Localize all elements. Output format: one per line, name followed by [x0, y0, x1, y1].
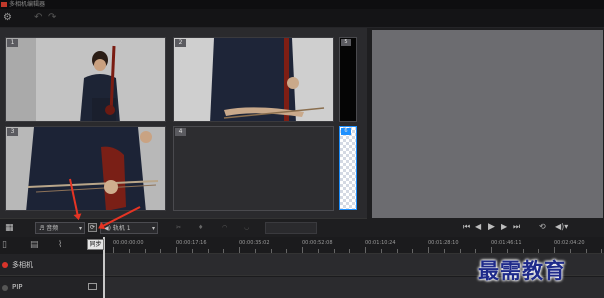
- ruler-timecode: 00:00:52:08: [302, 240, 333, 246]
- ruler-tick: [223, 249, 225, 253]
- preview-panel: ⏮ ◀ ▶ ▶ ⏭ ⟲ ◀)▾: [367, 28, 604, 237]
- track-label-pip: PIP: [12, 283, 23, 291]
- loop-icon[interactable]: ⟲: [539, 222, 546, 232]
- ruler-timecode: 00:01:46:11: [491, 240, 522, 246]
- ruler-tick: [396, 249, 398, 253]
- ruler-tick: [128, 249, 130, 253]
- ruler-tick: [176, 247, 177, 253]
- record-dot-icon: [2, 262, 8, 268]
- ruler-tick: [286, 249, 288, 253]
- ruler-tick: [191, 249, 193, 253]
- ruler-tick: [113, 247, 114, 253]
- ruler-tick: [538, 249, 540, 253]
- ruler-tick: [428, 247, 429, 253]
- camera-6-number: 6: [341, 128, 351, 135]
- settings-icon[interactable]: ⚙: [3, 12, 12, 24]
- camera-2-number: 2: [175, 39, 186, 47]
- go-to-end-icon[interactable]: ⏭: [513, 222, 520, 232]
- ruler-tick: [475, 249, 477, 253]
- camera-view-1[interactable]: 1: [5, 37, 166, 122]
- ruler-tick: [302, 247, 303, 253]
- transition-icon[interactable]: ◠: [222, 222, 227, 234]
- ruler-timecode: 00:01:28:10: [428, 240, 459, 246]
- ruler-timecode: 00:00:35:02: [239, 240, 270, 246]
- pip-icon[interactable]: [88, 283, 97, 290]
- redo-icon[interactable]: ↷: [48, 12, 56, 24]
- ruler-tick: [601, 249, 603, 253]
- camera-5-number: 5: [341, 39, 351, 46]
- camera-slot-5[interactable]: 5: [339, 37, 357, 122]
- camera-slot-6[interactable]: 6: [339, 126, 357, 210]
- ruler-tick: [412, 249, 414, 253]
- split-icon[interactable]: ✂: [176, 222, 181, 234]
- marker-icon[interactable]: ♦: [198, 222, 203, 234]
- multicam-editor-window: 多相机编辑器 ⚙ ↶ ↷ 1 2 3 4 5 6 ▦ ♬ 音频 ▾ ⟳ ◀) 轨…: [0, 0, 604, 298]
- camera-view-4[interactable]: 4: [173, 126, 334, 211]
- watermark: 最需教育: [478, 258, 566, 283]
- camera-3-image: [6, 127, 165, 210]
- record-dot-icon: [2, 285, 8, 291]
- camera-1-image: [6, 38, 165, 121]
- camera-view-2[interactable]: 2: [173, 37, 334, 122]
- ruler-tick: [585, 249, 587, 253]
- ruler-tick: [239, 247, 240, 253]
- ruler-tick: [569, 249, 571, 253]
- save-icon[interactable]: ▤: [30, 239, 39, 251]
- sync-tooltip: 同步: [87, 239, 104, 250]
- ruler-tick: [254, 249, 256, 253]
- ruler-tick: [365, 247, 366, 253]
- ruler-tick: [554, 247, 555, 253]
- fx-icon[interactable]: ◡: [244, 222, 249, 234]
- multicam-controls: ▦ ♬ 音频 ▾ ⟳ ◀) 轨机 1 ▾ ✂ ♦ ◠ ◡: [0, 218, 367, 237]
- camera-2-image: [174, 38, 333, 121]
- audio-dropdown-label: 音频: [46, 225, 59, 232]
- ruler-timecode: 00:00:17:16: [176, 240, 207, 246]
- ruler-tick: [459, 249, 461, 253]
- ruler-tick: [349, 249, 351, 253]
- ruler-tick: [506, 249, 508, 253]
- camera-3-number: 3: [7, 128, 18, 136]
- next-frame-icon[interactable]: ▶: [501, 222, 507, 232]
- ruler-timecode: 00:00:00:00: [113, 240, 144, 246]
- audio-wave-icon[interactable]: ⌇: [58, 239, 62, 251]
- track-label-multicam: 多相机: [12, 261, 33, 269]
- audio-dropdown[interactable]: ♬ 音频 ▾: [35, 222, 85, 234]
- chevron-down-icon: ▾: [151, 225, 155, 232]
- multicam-grid: 1 2 3 4 5 6: [0, 28, 367, 237]
- ruler-tick: [522, 249, 524, 253]
- camera-1-number: 1: [7, 39, 18, 47]
- ruler-tick: [317, 249, 319, 253]
- playback-controls: ⏮ ◀ ▶ ▶ ⏭ ⟲ ◀)▾: [367, 218, 604, 237]
- layout-grid-icon[interactable]: ▦: [5, 222, 14, 234]
- title-bar: 多相机编辑器: [0, 0, 604, 9]
- ruler-timecode: 00:01:10:24: [365, 240, 396, 246]
- app-icon: [1, 2, 7, 7]
- window-title: 多相机编辑器: [9, 1, 46, 8]
- ruler-tick: [160, 249, 162, 253]
- track-dropdown-label: 轨机 1: [112, 225, 131, 232]
- track-header-multicam[interactable]: 多相机: [0, 254, 105, 276]
- top-toolbar: ⚙ ↶ ↷: [0, 9, 604, 28]
- track-header-pip[interactable]: PIP: [0, 277, 105, 298]
- zoom-field[interactable]: [265, 222, 317, 234]
- clip-icon[interactable]: ▯: [2, 239, 7, 251]
- volume-icon[interactable]: ◀)▾: [555, 222, 568, 232]
- preview-screen: [372, 30, 603, 218]
- ruler-tick: [207, 249, 209, 253]
- undo-icon[interactable]: ↶: [34, 12, 42, 24]
- ruler-tick: [443, 249, 445, 253]
- previous-frame-icon[interactable]: ◀: [475, 222, 481, 232]
- ruler-tick: [491, 247, 492, 253]
- ruler-tick: [270, 249, 272, 253]
- ruler-tick: [333, 249, 335, 253]
- go-to-start-icon[interactable]: ⏮: [463, 222, 470, 232]
- ruler-tick: [144, 249, 146, 253]
- ruler-tick: [380, 249, 382, 253]
- timeline-ruler[interactable]: 00:00:00:00 00:00:17:16 00:00:35:02 00:00:5…: [105, 237, 604, 254]
- chevron-down-icon: ▾: [78, 225, 82, 232]
- camera-view-3[interactable]: 3: [5, 126, 166, 211]
- ruler-timecode: 00:02:04:20: [554, 240, 585, 246]
- play-icon[interactable]: ▶: [488, 222, 495, 232]
- camera-4-number: 4: [175, 128, 186, 136]
